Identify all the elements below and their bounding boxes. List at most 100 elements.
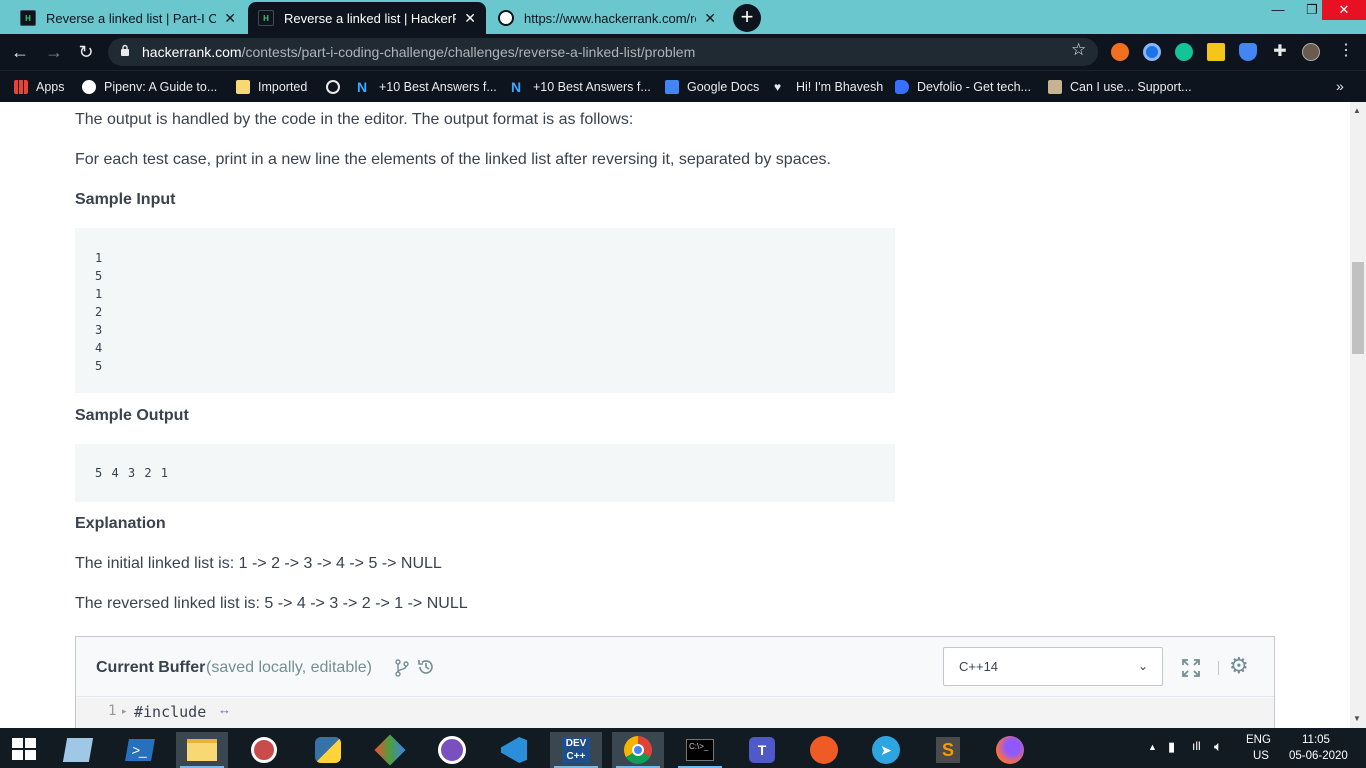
globe-icon	[326, 80, 340, 94]
browser-menu-icon[interactable]: ⋮	[1338, 40, 1354, 60]
scroll-thumb[interactable]	[1352, 262, 1364, 354]
volume-icon[interactable]: 🔈︎	[1214, 738, 1222, 755]
bookmark-label: Imported	[258, 80, 308, 94]
snipping-tool-icon[interactable]	[238, 732, 290, 768]
bookmark-star-icon[interactable]: ☆	[1071, 40, 1086, 60]
sample-input-line: 5	[95, 359, 103, 373]
lock-icon[interactable]	[120, 44, 130, 56]
reload-button[interactable]: ↻	[74, 40, 98, 64]
teams-icon[interactable]: T	[736, 732, 788, 768]
editor-header: Current Buffer (saved locally, editable)…	[76, 637, 1274, 697]
bookmark-apps[interactable]: Apps	[14, 77, 65, 97]
code-area[interactable]: 1 ▸ #include ↔	[76, 698, 1274, 728]
n-logo-icon: N	[357, 79, 368, 95]
bookmark-caniuse[interactable]: Can I use... Support...	[1048, 77, 1192, 97]
wifi-signal-icon[interactable]: ıll	[1192, 739, 1201, 753]
bookmark-google-docs[interactable]: Google Docs	[665, 77, 759, 97]
heart-icon: ♥	[774, 80, 782, 94]
bookmark-label: Apps	[36, 80, 65, 94]
bookmark-label: Google Docs	[687, 80, 760, 94]
bookmark-globe[interactable]	[326, 77, 348, 97]
github-desktop-icon[interactable]	[426, 732, 478, 768]
code-line: #include	[134, 703, 207, 721]
bookmark-pipenv[interactable]: Pipenv: A Guide to...	[82, 77, 217, 97]
extension-search-icon[interactable]	[1143, 43, 1161, 61]
powershell-icon[interactable]: >_	[114, 732, 166, 768]
sample-input-heading: Sample Input	[75, 191, 176, 208]
clock-date[interactable]: 05-06-2020	[1289, 750, 1348, 762]
scroll-down-icon[interactable]: ▼	[1353, 714, 1361, 723]
page-scrollbar[interactable]: ▲ ▼	[1350, 102, 1366, 728]
close-tab-icon[interactable]: ✕	[704, 10, 716, 27]
address-bar[interactable]: hackerrank.com/contests/part-i-coding-ch…	[108, 38, 1098, 66]
notes-app-icon[interactable]	[52, 732, 104, 768]
scroll-up-icon[interactable]: ▲	[1353, 106, 1361, 115]
language-select[interactable]: C++14 ⌄	[943, 647, 1163, 686]
code-editor-panel: Current Buffer (saved locally, editable)…	[75, 636, 1275, 728]
devfolio-icon	[895, 80, 909, 94]
back-button[interactable]: ←	[8, 40, 32, 64]
close-tab-icon[interactable]: ✕	[464, 10, 476, 27]
settings-gear-icon[interactable]: ⚙	[1229, 653, 1249, 679]
more-bookmarks-button[interactable]: »	[1336, 78, 1344, 94]
close-tab-icon[interactable]: ✕	[224, 10, 236, 27]
tray-expand-icon[interactable]: ▲	[1148, 742, 1157, 752]
tab-strip: H Reverse a linked list | Part-I Codin ✕…	[0, 0, 1366, 34]
explanation-heading: Explanation	[75, 515, 166, 532]
sublime-text-icon[interactable]: S	[922, 732, 974, 768]
profile-avatar[interactable]	[1302, 43, 1320, 61]
sample-input-line: 1	[95, 251, 103, 265]
tab-hackerrank-active[interactable]: H Reverse a linked list | HackerRank ✕	[248, 2, 486, 34]
input-language[interactable]: ENG	[1246, 734, 1271, 746]
battery-icon[interactable]: ▮	[1168, 739, 1175, 755]
chrome-icon[interactable]	[612, 732, 664, 768]
extension-yellow-icon[interactable]	[1207, 43, 1225, 61]
sample-input-line: 5	[95, 269, 103, 283]
fold-arrow-icon[interactable]: ▸	[122, 706, 127, 717]
hackerrank-favicon-icon: H	[258, 10, 274, 26]
sample-input-line: 1	[95, 287, 103, 301]
google-docs-icon	[665, 80, 679, 94]
shield-extension-icon[interactable]	[1239, 43, 1257, 61]
folded-code-icon[interactable]: ↔	[218, 702, 231, 717]
input-region[interactable]: US	[1253, 750, 1269, 762]
grammarly-icon[interactable]	[1175, 43, 1193, 61]
sample-input-line: 2	[95, 305, 103, 319]
windows-start-icon[interactable]	[12, 738, 36, 760]
bookmark-imported[interactable]: Imported	[236, 77, 307, 97]
firefox-icon[interactable]	[984, 732, 1036, 768]
branch-icon[interactable]	[394, 659, 410, 677]
tab-title: Reverse a linked list | Part-I Codin	[46, 10, 217, 26]
clock-time[interactable]: 11:05	[1302, 734, 1330, 746]
bookmark-devfolio[interactable]: Devfolio - Get tech...	[895, 77, 1031, 97]
history-icon[interactable]	[417, 658, 435, 676]
fullscreen-icon[interactable]	[1181, 658, 1201, 678]
bookmark-bhavesh[interactable]: ♥ Hi! I'm Bhavesh	[774, 77, 883, 97]
vscode-icon[interactable]	[488, 732, 540, 768]
n-logo-icon: N	[511, 79, 522, 95]
tab-hackerrank-rest[interactable]: https://www.hackerrank.com/rest ✕	[488, 2, 726, 34]
language-value: C++14	[959, 659, 999, 674]
sample-output-heading: Sample Output	[75, 407, 189, 424]
postman-icon[interactable]	[798, 732, 850, 768]
sample-output-block: 5 4 3 2 1	[75, 444, 895, 502]
dev-cpp-icon[interactable]: DEV C++	[550, 732, 602, 768]
extensions-puzzle-icon[interactable]: ✚	[1271, 43, 1289, 61]
new-tab-button[interactable]: +	[733, 4, 761, 32]
caniuse-icon	[1048, 80, 1062, 94]
python-icon[interactable]	[302, 732, 354, 768]
command-prompt-icon[interactable]: C:\>_	[674, 732, 726, 768]
output-description: The output is handled by the code in the…	[75, 111, 634, 128]
extension-orange-icon[interactable]	[1111, 43, 1129, 61]
bookmark-best-answers-2[interactable]: N +10 Best Answers f...	[511, 77, 651, 97]
bookmark-best-answers-1[interactable]: N +10 Best Answers f...	[357, 77, 497, 97]
toolbar-divider	[1218, 661, 1219, 675]
tab-part-i-coding[interactable]: H Reverse a linked list | Part-I Codin ✕	[10, 2, 246, 34]
hackerrank-favicon-icon: H	[20, 10, 36, 26]
close-window-button[interactable]: ✕	[1322, 0, 1366, 20]
telegram-icon[interactable]: ➤	[860, 732, 912, 768]
git-kraken-icon[interactable]	[364, 732, 416, 768]
forward-button[interactable]: →	[42, 40, 66, 64]
file-explorer-icon[interactable]	[176, 732, 228, 768]
explanation-initial: The initial linked list is: 1 -> 2 -> 3 …	[75, 555, 442, 572]
